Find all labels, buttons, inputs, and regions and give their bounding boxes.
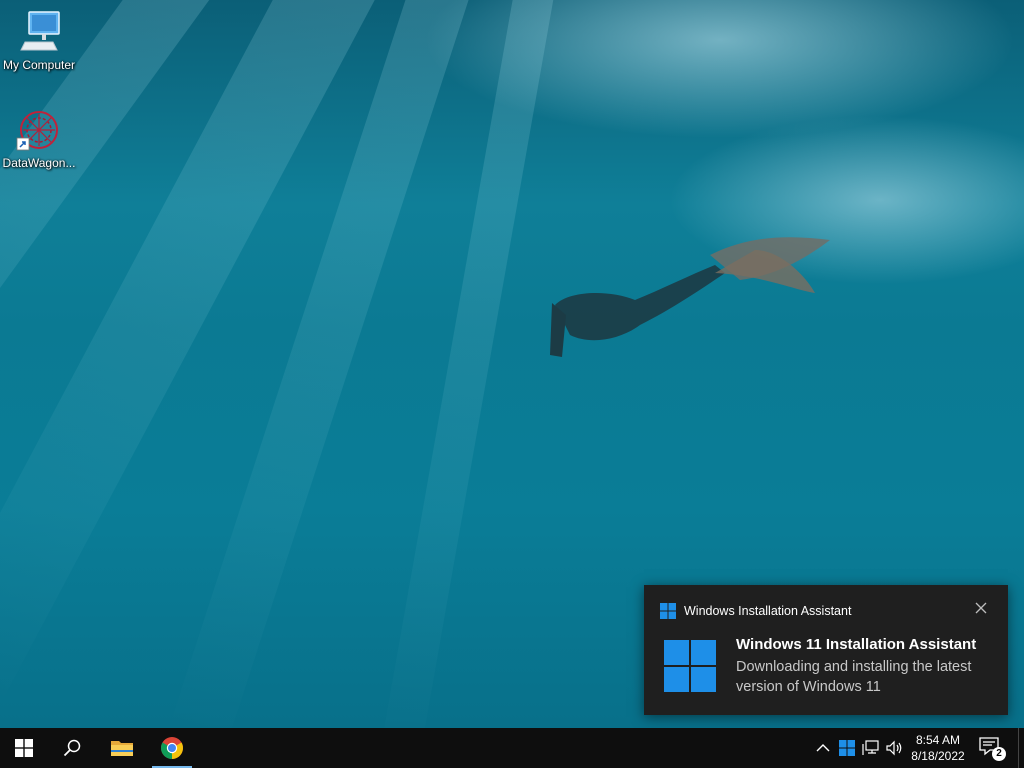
notification-count-badge: 2 <box>992 747 1006 761</box>
clock-date: 8/18/2022 <box>911 749 965 763</box>
chrome-icon <box>161 737 183 759</box>
network-icon <box>862 740 879 755</box>
desktop-icon-label: My Computer <box>2 58 76 72</box>
start-button[interactable] <box>0 728 48 768</box>
close-icon[interactable] <box>974 601 988 615</box>
notification-title: Windows 11 Installation Assistant <box>736 636 977 653</box>
chrome-button[interactable] <box>148 728 196 768</box>
swimmer-image <box>550 237 830 357</box>
windows-installation-assistant-notification[interactable]: Windows Installation Assistant Windows 1… <box>644 585 1008 715</box>
desktop-icon-my-computer[interactable]: My Computer <box>0 8 78 72</box>
folder-icon <box>111 741 133 756</box>
windows-assistant-small-icon <box>660 603 676 619</box>
show-desktop-button[interactable] <box>1018 728 1024 768</box>
tray-volume[interactable] <box>885 738 905 758</box>
taskbar: 8:54 AM 8/18/2022 2 <box>0 728 1024 768</box>
datawagon-icon <box>15 106 63 154</box>
search-icon <box>63 739 81 757</box>
action-center-button[interactable]: 2 <box>978 736 1006 762</box>
tray-windows-assistant[interactable] <box>837 738 857 758</box>
notification-app-name: Windows Installation Assistant <box>684 604 852 618</box>
notification-header: Windows Installation Assistant <box>660 603 851 619</box>
windows-logo-icon <box>15 739 33 757</box>
windows-assistant-icon <box>839 740 855 756</box>
notification-body: Downloading and installing the latest ve… <box>736 659 972 695</box>
clock[interactable]: 8:54 AM 8/18/2022 <box>904 732 972 764</box>
volume-icon <box>886 740 902 756</box>
clock-time: 8:54 AM <box>915 733 961 747</box>
desktop-icon-label: DataWagon... <box>2 156 76 170</box>
file-explorer-button[interactable] <box>98 728 146 768</box>
desktop-icon-datawagon[interactable]: DataWagon... <box>0 106 78 170</box>
windows-11-logo-icon <box>664 640 716 692</box>
computer-icon <box>15 8 63 56</box>
tray-network[interactable] <box>861 738 881 758</box>
chevron-up-icon <box>816 744 830 752</box>
show-hidden-icons-button[interactable] <box>813 738 833 758</box>
search-button[interactable] <box>48 728 96 768</box>
